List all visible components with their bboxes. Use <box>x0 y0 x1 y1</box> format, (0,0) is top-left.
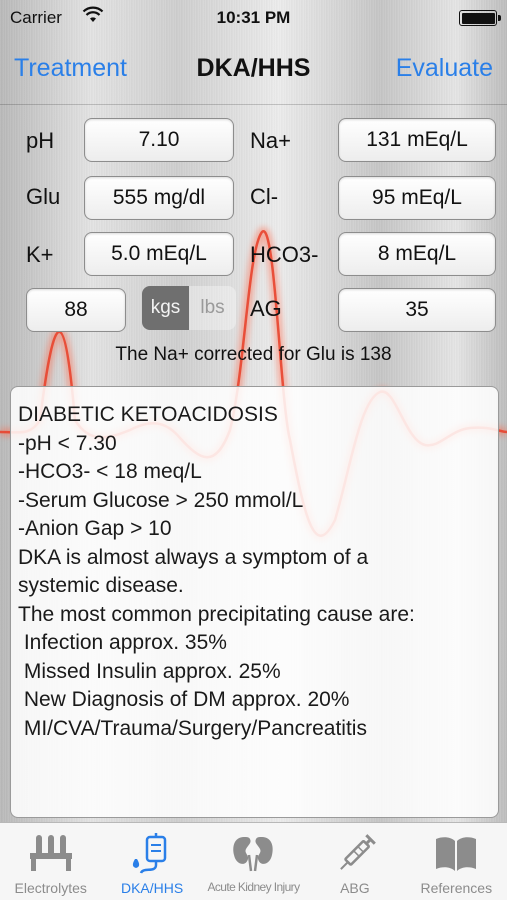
info-text-panel[interactable]: DIABETIC KETOACIDOSIS -pH < 7.30 -HCO3- … <box>10 386 499 818</box>
kgs-option[interactable]: kgs <box>142 286 189 330</box>
syringe-icon <box>340 834 376 870</box>
navigation-bar: Treatment DKA/HHS Evaluate <box>0 40 507 100</box>
tab-bar: Electrolytes DKA/HHS Acute Kidney Injury <box>0 822 507 900</box>
tab-label: DKA/HHS <box>120 880 184 896</box>
panel-line: Infection approx. 35% <box>18 631 227 654</box>
ph-field[interactable]: 7.10 <box>84 118 234 162</box>
panel-line: -Serum Glucose > 250 mmol/L <box>18 488 304 512</box>
hco3-label: HCO3- <box>250 242 319 267</box>
panel-line: DKA is almost always a symptom of a <box>18 545 369 569</box>
panel-heading: DIABETIC KETOACIDOSIS <box>18 403 278 426</box>
corrected-sodium-text: The Na+ corrected for Glu is 138 <box>115 344 392 365</box>
status-bar: Carrier 10:31 PM <box>0 0 507 38</box>
test-tubes-icon <box>29 835 72 871</box>
k-field[interactable]: 5.0 mEq/L <box>84 232 234 276</box>
tab-label: Electrolytes <box>14 880 87 896</box>
weight-unit-toggle[interactable]: kgs lbs <box>142 286 236 330</box>
battery-icon <box>459 10 501 26</box>
weight-field[interactable]: 88 <box>26 288 126 332</box>
ph-label: pH <box>26 128 55 153</box>
na-field[interactable]: 131 mEq/L <box>338 118 496 162</box>
panel-line: -pH < 7.30 <box>18 431 117 455</box>
tab-label: ABG <box>340 880 370 896</box>
tab-acute-kidney-injury[interactable]: Acute Kidney Injury <box>203 823 304 900</box>
panel-line: Missed Insulin approx. 25% <box>18 659 281 683</box>
hco3-field[interactable]: 8 mEq/L <box>338 232 496 276</box>
cl-field[interactable]: 95 mEq/L <box>338 176 496 220</box>
evaluate-button[interactable]: Evaluate <box>396 54 493 83</box>
panel-line: -HCO3- < 18 meq/L <box>18 460 202 483</box>
tab-label: References <box>420 880 493 896</box>
panel-line: -Anion Gap > 10 <box>18 517 172 540</box>
panel-line: New Diagnosis of DM approx. 20% <box>18 688 350 711</box>
tab-electrolytes[interactable]: Electrolytes <box>0 823 101 900</box>
tab-abg[interactable]: ABG <box>304 823 405 900</box>
kidneys-icon <box>233 837 274 872</box>
tab-dka-hhs[interactable]: DKA/HHS <box>101 823 202 900</box>
glu-label: Glu <box>26 184 61 209</box>
cl-label: Cl- <box>250 184 279 209</box>
ag-field: 35 <box>338 288 496 332</box>
lbs-option[interactable]: lbs <box>189 286 236 330</box>
k-label: K+ <box>26 242 54 267</box>
iv-bag-icon <box>132 833 167 874</box>
ag-label: AG <box>250 296 282 321</box>
clock: 10:31 PM <box>216 8 291 27</box>
panel-line: MI/CVA/Trauma/Surgery/Pancreatitis <box>18 716 367 740</box>
panel-line: The most common precipitating cause are: <box>18 602 415 626</box>
glu-field[interactable]: 555 mg/dl <box>84 176 234 220</box>
na-label: Na+ <box>250 128 291 153</box>
panel-line: systemic disease. <box>18 574 184 597</box>
nav-divider <box>0 104 507 105</box>
book-icon <box>436 837 477 871</box>
tab-references[interactable]: References <box>406 823 507 900</box>
tab-label: Acute Kidney Injury <box>207 880 300 894</box>
